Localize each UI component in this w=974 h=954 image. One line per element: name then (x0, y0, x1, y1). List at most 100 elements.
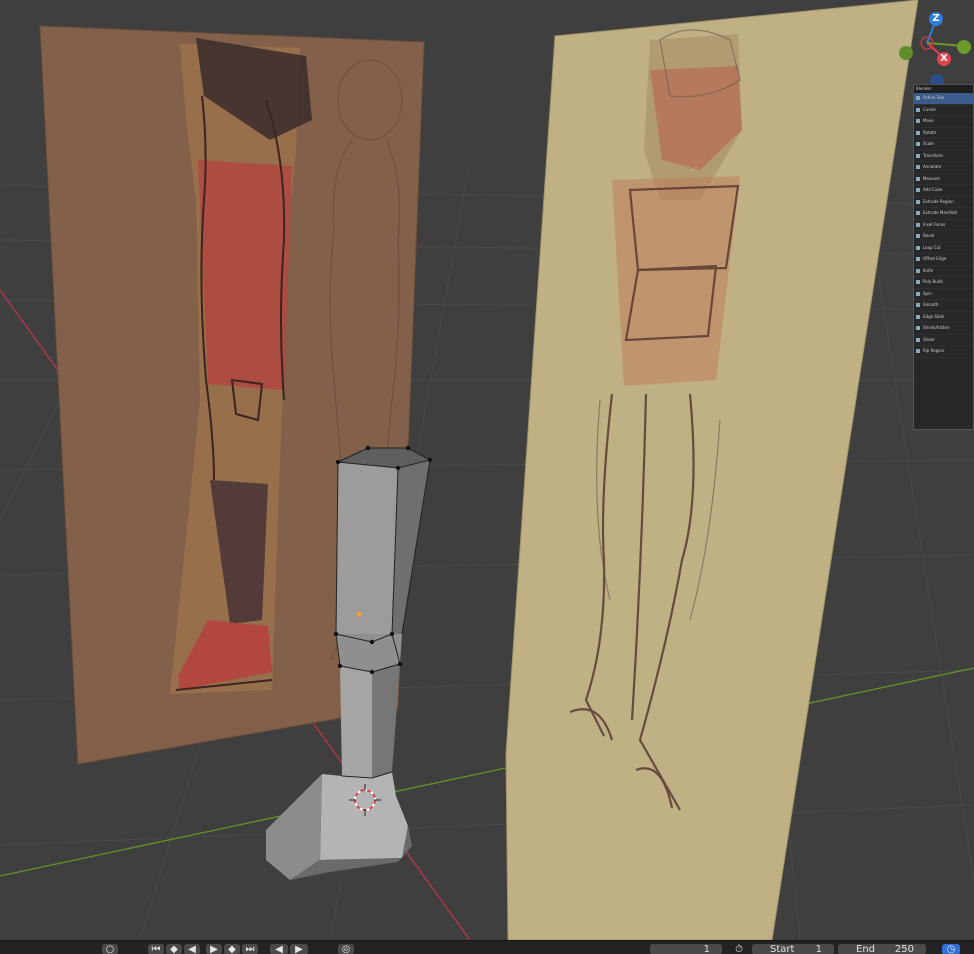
tool-list-item[interactable]: Bevel (914, 231, 973, 243)
tool-list-item[interactable]: Poly Build (914, 277, 973, 289)
tool-label: Inset Faces (923, 221, 946, 227)
tool-list-item[interactable]: Move (914, 116, 973, 128)
embedded-window-title: Blender (914, 85, 973, 93)
tool-list-item[interactable]: Scale (914, 139, 973, 151)
tool-label: Offset Edge (923, 256, 947, 261)
tool-label: Transform (923, 152, 943, 158)
tool-label: Poly Build (923, 279, 943, 284)
tool-list-item[interactable]: Transform (914, 151, 973, 162)
tool-list-item[interactable]: Cursor (914, 105, 973, 116)
tool-label: Active Tool (923, 95, 945, 100)
tool-icon (916, 314, 920, 319)
tool-label: Spin (923, 290, 932, 296)
tool-list-item[interactable]: Annotate (914, 162, 973, 174)
tool-list-item[interactable]: Extrude Manifold (914, 208, 973, 220)
tool-label: Extrude Manifold (923, 210, 957, 215)
tool-icon (916, 303, 920, 307)
tool-icon (916, 165, 920, 169)
tool-icon (916, 188, 920, 192)
tool-label: Cursor (923, 106, 937, 112)
stopwatch-icon[interactable]: ⏱ (731, 944, 747, 954)
tool-list-item[interactable]: Add Cube (914, 185, 973, 197)
prev-keyframe-button[interactable]: ◆ (166, 944, 182, 954)
scene-canvas[interactable] (0, 0, 974, 940)
tool-icon (916, 326, 920, 330)
tool-list-item[interactable]: Offset Edge (914, 254, 973, 266)
tool-list-item[interactable]: Spin (914, 289, 973, 300)
tool-label: Extrude Region (923, 198, 954, 204)
neg-y-axis-ball (899, 46, 913, 60)
front-reference-plane[interactable] (505, 0, 919, 940)
tool-label: Add Cube (923, 187, 943, 192)
jump-end-icon: ⏭ (245, 944, 255, 954)
tool-label: Move (923, 118, 934, 123)
x-axis-ball[interactable]: X (937, 52, 951, 66)
tool-list-item[interactable]: Rip Region (914, 346, 973, 358)
jump-start-button[interactable]: ⏮ (148, 944, 164, 954)
next-keyframe-button[interactable]: ◆ (224, 944, 240, 954)
start-value: 1 (815, 944, 822, 954)
current-frame-field[interactable]: 1 (650, 944, 722, 954)
tool-icon (916, 119, 920, 123)
jump-end-button[interactable]: ⏭ (242, 944, 258, 954)
end-frame-field[interactable]: End 250 (838, 944, 926, 954)
tool-list-item[interactable]: Shrink/Fatten (914, 323, 973, 335)
tool-icon (916, 257, 920, 261)
tool-list-item[interactable]: Active Tool (914, 93, 973, 105)
record-icon: ○ (105, 944, 115, 954)
keyframe-prev-button[interactable]: ◀ (270, 944, 288, 954)
x-axis-label: X (940, 53, 948, 64)
tool-icon (916, 337, 920, 342)
play-reverse-button[interactable]: ◀ (184, 944, 200, 954)
tool-label: Rip Region (923, 348, 945, 353)
tool-icon (916, 211, 920, 215)
tool-icon (916, 130, 920, 135)
tool-list-item[interactable]: Knife (914, 266, 973, 277)
play-icon: ▶ (210, 944, 218, 954)
tool-list-item[interactable]: Extrude Region (914, 197, 973, 208)
tool-label: Measure (923, 175, 940, 181)
tool-icon (916, 222, 920, 227)
tool-label: Loop Cut (923, 244, 941, 250)
start-frame-field[interactable]: Start 1 (752, 944, 834, 954)
z-axis-ball[interactable]: Z (929, 12, 943, 26)
auto-key-button[interactable]: ◎ (338, 944, 354, 954)
tool-icon (916, 153, 920, 158)
current-frame-value: 1 (703, 944, 710, 954)
tool-label: Edge Slide (923, 313, 945, 319)
tool-label: Scale (923, 141, 934, 146)
keyframe-next-icon: ▶ (295, 944, 303, 954)
keyframe-prev-icon: ◀ (275, 944, 283, 954)
tool-list-item[interactable]: Smooth (914, 300, 973, 312)
tool-list-item[interactable]: Loop Cut (914, 243, 973, 254)
keyframe-next-button[interactable]: ▶ (290, 944, 308, 954)
embedded-blender-window[interactable]: Blender Active Tool Cursor Move Rotate Scale… (913, 84, 974, 430)
record-button[interactable]: ○ (102, 944, 118, 954)
tool-icon (916, 234, 920, 238)
auto-key-icon: ◎ (341, 944, 351, 954)
jump-start-icon: ⏮ (151, 944, 161, 954)
tool-icon (916, 142, 920, 146)
tool-list-item[interactable]: Edge Slide (914, 312, 973, 323)
tool-icon (916, 280, 920, 284)
play-button[interactable]: ▶ (206, 944, 222, 954)
tool-label: Shrink/Fatten (923, 325, 950, 330)
tool-icon (916, 268, 920, 273)
z-axis-label: Z (932, 13, 940, 24)
editor-type-button[interactable]: ◷ (942, 944, 960, 954)
tool-list: Active Tool Cursor Move Rotate Scale Transfor… (914, 93, 973, 358)
tool-list-item[interactable]: Shear (914, 335, 973, 346)
tool-label: Rotate (923, 129, 937, 135)
tool-list-item[interactable]: Measure (914, 174, 973, 185)
tool-label: Shear (923, 336, 935, 342)
tool-icon (916, 245, 920, 250)
tool-icon (916, 291, 920, 296)
prev-keyframe-icon: ◆ (170, 944, 178, 954)
3d-viewport[interactable]: Z X Blender Active Tool Cursor Move Rotate S… (0, 0, 974, 940)
navigation-gizmo[interactable]: Z X (896, 8, 974, 90)
tool-list-item[interactable]: Inset Faces (914, 220, 973, 231)
tool-list-item[interactable]: Rotate (914, 128, 973, 139)
tool-icon (916, 349, 920, 353)
object-origin (356, 611, 362, 617)
tool-label: Smooth (923, 302, 939, 307)
